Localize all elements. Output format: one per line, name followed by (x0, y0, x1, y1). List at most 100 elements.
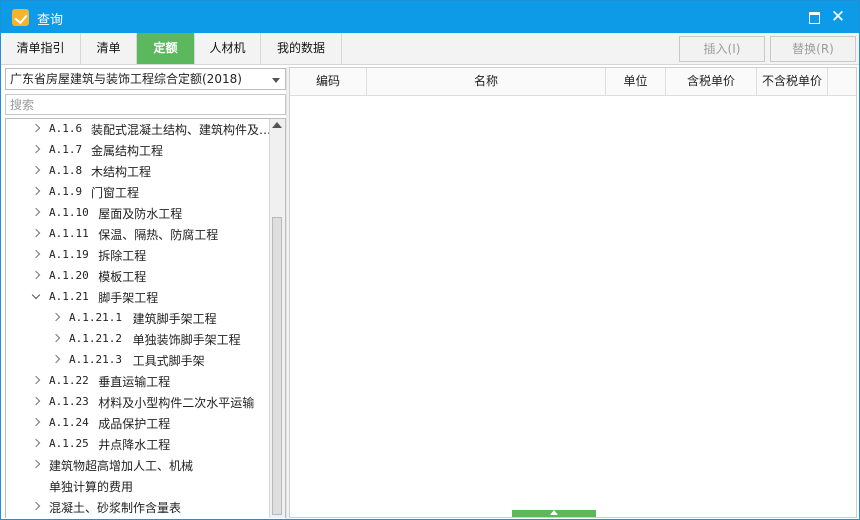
title-bar: 查询 ✕ (1, 1, 859, 33)
chevron-right-icon[interactable] (30, 144, 42, 156)
tree-item-label: 装配式混凝土结构、建筑构件及… (91, 123, 272, 137)
tree-item-code: A.1.11 (49, 227, 89, 240)
tree-item-label: 屋面及防水工程 (98, 207, 183, 221)
tab-labor-material-machine[interactable]: 人材机 (195, 33, 261, 64)
tree-item[interactable]: 单独计算的费用 (6, 476, 271, 497)
tree-item-label: 保温、隔热、防腐工程 (98, 228, 219, 242)
scroll-thumb[interactable] (272, 217, 282, 515)
tree-item[interactable]: A.1.21.3 工具式脚手架 (6, 350, 271, 371)
tree-item-label: 工具式脚手架 (132, 354, 205, 368)
close-icon[interactable]: ✕ (827, 6, 849, 28)
tree-item[interactable]: A.1.24 成品保护工程 (6, 413, 271, 434)
tree-item-label: 单独装饰脚手架工程 (132, 333, 241, 347)
tree-item[interactable]: A.1.9 门窗工程 (6, 182, 271, 203)
tab-quota[interactable]: 定额 (137, 33, 195, 64)
chevron-down-icon[interactable] (30, 291, 42, 303)
chevron-right-icon[interactable] (50, 354, 62, 366)
chevron-right-icon[interactable] (30, 228, 42, 240)
tree-item-label: 拆除工程 (98, 249, 147, 263)
tree-item-code: A.1.24 (49, 416, 89, 429)
tree-item-label: 建筑物超高增加人工、机械 (49, 459, 194, 473)
tree-item-label: 门窗工程 (91, 186, 140, 200)
tab-bill-guide[interactable]: 清单指引 (1, 33, 81, 64)
tree-item-label: 混凝土、砂浆制作含量表 (49, 501, 182, 515)
maximize-icon[interactable] (803, 6, 825, 28)
tree-item-code: A.1.7 (49, 143, 83, 156)
tree-item[interactable]: A.1.11 保温、隔热、防腐工程 (6, 224, 271, 245)
tree-item-label: 井点降水工程 (98, 438, 171, 452)
column-code[interactable]: 编码 (290, 68, 367, 95)
chevron-right-icon[interactable] (30, 270, 42, 282)
tree-item-code: A.1.20 (49, 269, 89, 282)
tree-item-code: A.1.22 (49, 374, 89, 387)
tree-item[interactable]: A.1.7 金属结构工程 (6, 140, 271, 161)
tree-item[interactable]: A.1.21.1 建筑脚手架工程 (6, 308, 271, 329)
tree-item-code: A.1.21.1 (69, 311, 122, 324)
tree-item[interactable]: A.1.20 模板工程 (6, 266, 271, 287)
chevron-right-icon[interactable] (30, 123, 42, 135)
chevron-right-icon[interactable] (30, 375, 42, 387)
tree-item[interactable]: 混凝土、砂浆制作含量表 (6, 497, 271, 518)
tree-item-label: 脚手架工程 (98, 291, 159, 305)
tree-item[interactable]: A.1.23 材料及小型构件二次水平运输 (6, 392, 271, 413)
quota-table: 编码 名称 单位 含税单价 不含税单价 (289, 67, 857, 518)
left-pane: 广东省房屋建筑与装饰工程综合定额(2018) A.1.6 装配式混凝土结构、建筑构… (3, 67, 286, 518)
tree-item-label: 单独计算的费用 (49, 480, 134, 494)
tree-item-code: A.1.23 (49, 395, 89, 408)
tree-item[interactable]: A.1.6 装配式混凝土结构、建筑构件及… (6, 119, 271, 140)
chevron-right-icon[interactable] (30, 396, 42, 408)
quota-library-select[interactable]: 广东省房屋建筑与装饰工程综合定额(2018) (5, 68, 286, 90)
tree-item[interactable]: 建筑物超高增加人工、机械 (6, 455, 271, 476)
chevron-right-icon[interactable] (30, 186, 42, 198)
quota-tree: A.1.6 装配式混凝土结构、建筑构件及… A.1.7 金属结构工程 A.1.8 木结构工… (5, 118, 286, 518)
replace-button[interactable]: 替换(R) (770, 36, 856, 62)
window-title: 查询 (37, 13, 64, 28)
tree-scrollbar[interactable] (269, 119, 285, 518)
tree-item[interactable]: A.1.10 屋面及防水工程 (6, 203, 271, 224)
tree-item[interactable]: A.1.21.2 单独装饰脚手架工程 (6, 329, 271, 350)
tree-item-label: 金属结构工程 (91, 144, 164, 158)
column-name[interactable]: 名称 (367, 68, 606, 95)
tree-item-label: 建筑脚手架工程 (132, 312, 217, 326)
chevron-right-icon[interactable] (30, 207, 42, 219)
chevron-right-icon[interactable] (50, 333, 62, 345)
chevron-right-icon[interactable] (50, 312, 62, 324)
tree-item[interactable]: A.1.21 脚手架工程 (6, 287, 271, 308)
tree-item-label: 垂直运输工程 (98, 375, 171, 389)
search-input[interactable] (5, 94, 286, 115)
chevron-down-icon[interactable] (272, 78, 280, 83)
tree-item-code: A.1.21 (49, 290, 89, 303)
tree-item-code: A.1.6 (49, 122, 83, 135)
tree-item-code: A.1.9 (49, 185, 83, 198)
column-unit[interactable]: 单位 (606, 68, 666, 95)
tree-item-label: 材料及小型构件二次水平运输 (98, 396, 255, 410)
tree-item-code: A.1.10 (49, 206, 89, 219)
chevron-right-icon[interactable] (30, 459, 42, 471)
tree-item-code: A.1.21.2 (69, 332, 122, 345)
insert-button[interactable]: 插入(I) (679, 36, 765, 62)
quota-library-value: 广东省房屋建筑与装饰工程综合定额(2018) (10, 72, 242, 86)
chevron-right-icon[interactable] (30, 165, 42, 177)
expand-handle[interactable] (512, 510, 596, 517)
app-icon (12, 9, 29, 26)
column-tax-exclusive-price[interactable]: 不含税单价 (757, 68, 828, 95)
tree-item-code: A.1.8 (49, 164, 83, 177)
tree-item[interactable]: A.1.8 木结构工程 (6, 161, 271, 182)
tab-my-data[interactable]: 我的数据 (261, 33, 342, 64)
tree-item-code: A.1.21.3 (69, 353, 122, 366)
column-tax-inclusive-price[interactable]: 含税单价 (666, 68, 757, 95)
tree-item-label: 模板工程 (98, 270, 147, 284)
table-body (290, 96, 856, 517)
tree-item[interactable]: A.1.25 井点降水工程 (6, 434, 271, 455)
tab-bar: 清单指引 清单 定额 人材机 我的数据 插入(I) 替换(R) (1, 33, 859, 65)
tree-item[interactable]: A.1.19 拆除工程 (6, 245, 271, 266)
tree-item[interactable]: A.1.22 垂直运输工程 (6, 371, 271, 392)
chevron-right-icon[interactable] (30, 249, 42, 261)
tree-item-code: A.1.25 (49, 437, 89, 450)
tab-bill[interactable]: 清单 (81, 33, 137, 64)
scroll-up-icon[interactable] (272, 122, 282, 128)
query-window: 查询 ✕ 清单指引 清单 定额 人材机 我的数据 插入(I) 替换(R) 广东省… (0, 0, 860, 520)
chevron-right-icon[interactable] (30, 438, 42, 450)
chevron-right-icon[interactable] (30, 501, 42, 513)
chevron-right-icon[interactable] (30, 417, 42, 429)
